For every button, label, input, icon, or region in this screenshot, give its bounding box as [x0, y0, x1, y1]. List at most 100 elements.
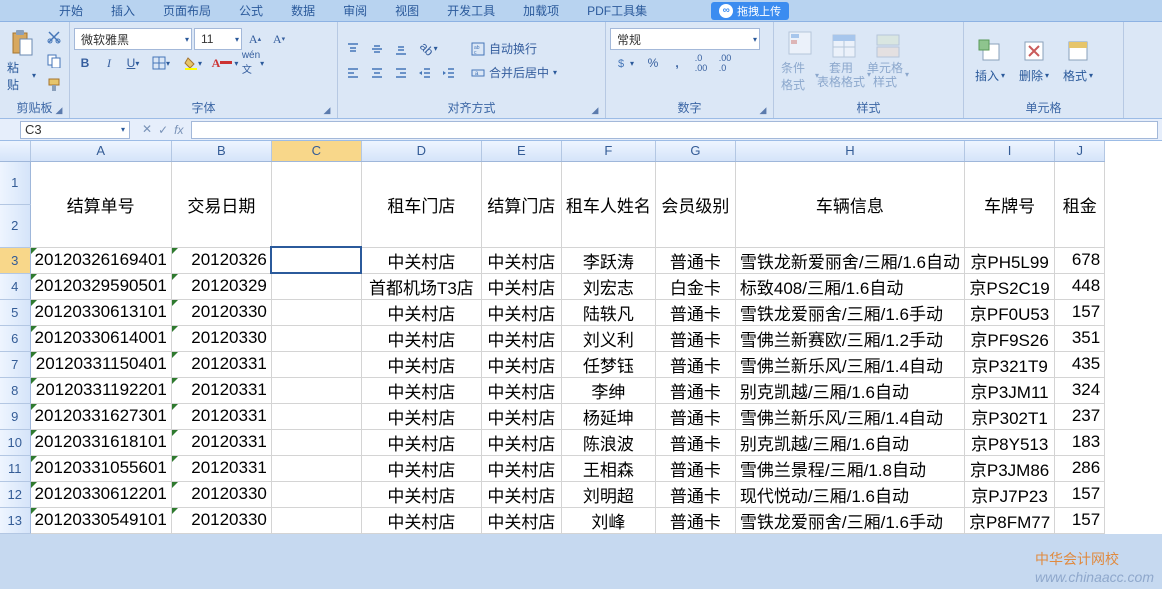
cell-r3-c4[interactable]: 中关村店 [481, 247, 561, 273]
cell-r13-c7[interactable]: 雪铁龙爱丽舍/三厢/1.6手动 [735, 507, 964, 533]
cell-r8-c7[interactable]: 别克凯越/三厢/1.6自动 [735, 377, 964, 403]
cell-r5-c9[interactable]: 157 [1055, 299, 1105, 325]
cell-r8-c0[interactable]: 20120331192201 [30, 377, 171, 403]
cell-r4-c8[interactable]: 京PS2C19 [964, 273, 1054, 299]
cell-r11-c9[interactable]: 286 [1055, 455, 1105, 481]
menu-tab-0[interactable]: 开始 [45, 0, 97, 22]
increase-indent-button[interactable] [438, 62, 460, 84]
cell-r5-c0[interactable]: 20120330613101 [30, 299, 171, 325]
merge-center-button[interactable]: a合并后居中▾ [466, 62, 570, 84]
cell-r4-c1[interactable]: 20120329 [171, 273, 271, 299]
row-head-8[interactable]: 8 [0, 377, 30, 403]
cell-r13-c1[interactable]: 20120330 [171, 507, 271, 533]
cell-r8-c1[interactable]: 20120331 [171, 377, 271, 403]
header-cell-1[interactable]: 交易日期 [171, 161, 271, 247]
cell-r5-c3[interactable]: 中关村店 [361, 299, 481, 325]
col-head-D[interactable]: D [361, 141, 481, 161]
cell-r13-c2[interactable] [271, 507, 361, 533]
border-button[interactable]: ▾ [146, 52, 176, 74]
align-bottom-button[interactable] [390, 38, 412, 60]
cancel-formula-icon[interactable]: ✕ [142, 122, 152, 137]
cell-r7-c1[interactable]: 20120331 [171, 351, 271, 377]
cell-r8-c9[interactable]: 324 [1055, 377, 1105, 403]
header-cell-3[interactable]: 租车门店 [361, 161, 481, 247]
cell-r12-c3[interactable]: 中关村店 [361, 481, 481, 507]
cell-r3-c6[interactable]: 普通卡 [655, 247, 735, 273]
cell-r5-c2[interactable] [271, 299, 361, 325]
cell-r12-c0[interactable]: 20120330612201 [30, 481, 171, 507]
upload-pill[interactable]: ∞ 拖拽上传 [711, 2, 789, 20]
cell-r4-c9[interactable]: 448 [1055, 273, 1105, 299]
cell-r10-c0[interactable]: 20120331618101 [30, 429, 171, 455]
font-family-combo[interactable]: 微软雅黑▾ [74, 28, 192, 50]
align-expand-icon[interactable]: ◢ [589, 104, 601, 116]
cell-r6-c9[interactable]: 351 [1055, 325, 1105, 351]
fx-icon[interactable]: fx [174, 123, 183, 137]
cell-r9-c3[interactable]: 中关村店 [361, 403, 481, 429]
header-cell-5[interactable]: 租车人姓名 [561, 161, 655, 247]
cell-r12-c7[interactable]: 现代悦动/三厢/1.6自动 [735, 481, 964, 507]
header-cell-8[interactable]: 车牌号 [964, 161, 1054, 247]
cell-r6-c7[interactable]: 雪佛兰新赛欧/三厢/1.2手动 [735, 325, 964, 351]
menu-tab-2[interactable]: 页面布局 [149, 0, 225, 22]
cell-r11-c3[interactable]: 中关村店 [361, 455, 481, 481]
col-head-J[interactable]: J [1055, 141, 1105, 161]
row-head-4[interactable]: 4 [0, 273, 30, 299]
row-head-2[interactable]: 2 [0, 204, 30, 247]
cell-r10-c5[interactable]: 陈浪波 [561, 429, 655, 455]
cell-r11-c2[interactable] [271, 455, 361, 481]
cell-r9-c2[interactable] [271, 403, 361, 429]
insert-cell-button[interactable]: 插入▾ [968, 34, 1012, 87]
cell-styles-button[interactable]: 单元格 样式▾ [866, 29, 910, 91]
select-all-corner[interactable] [0, 141, 30, 161]
italic-button[interactable]: I [98, 52, 120, 74]
cell-r9-c7[interactable]: 雪佛兰新乐风/三厢/1.4自动 [735, 403, 964, 429]
cell-r11-c6[interactable]: 普通卡 [655, 455, 735, 481]
col-head-F[interactable]: F [561, 141, 655, 161]
cell-r6-c4[interactable]: 中关村店 [481, 325, 561, 351]
cell-r7-c4[interactable]: 中关村店 [481, 351, 561, 377]
cell-r10-c7[interactable]: 别克凯越/三厢/1.6自动 [735, 429, 964, 455]
cell-r12-c6[interactable]: 普通卡 [655, 481, 735, 507]
col-head-C[interactable]: C [271, 141, 361, 161]
cell-r11-c8[interactable]: 京P3JM86 [964, 455, 1054, 481]
cell-r7-c2[interactable] [271, 351, 361, 377]
cell-r8-c8[interactable]: 京P3JM11 [964, 377, 1054, 403]
number-format-combo[interactable]: 常规▾ [610, 28, 760, 50]
cell-r7-c6[interactable]: 普通卡 [655, 351, 735, 377]
cell-r12-c9[interactable]: 157 [1055, 481, 1105, 507]
col-head-B[interactable]: B [171, 141, 271, 161]
menu-tab-3[interactable]: 公式 [225, 0, 277, 22]
fill-color-button[interactable]: ▾ [178, 52, 208, 74]
conditional-format-button[interactable]: 条件格式▾ [778, 26, 822, 96]
cell-r12-c2[interactable] [271, 481, 361, 507]
cell-r12-c1[interactable]: 20120330 [171, 481, 271, 507]
menu-tab-5[interactable]: 审阅 [329, 0, 381, 22]
cell-r13-c9[interactable]: 157 [1055, 507, 1105, 533]
header-cell-2[interactable] [271, 161, 361, 247]
cell-r6-c5[interactable]: 刘义利 [561, 325, 655, 351]
font-expand-icon[interactable]: ◢ [321, 104, 333, 116]
cell-r3-c0[interactable]: 20120326169401 [30, 247, 171, 273]
col-head-H[interactable]: H [735, 141, 964, 161]
header-cell-4[interactable]: 结算门店 [481, 161, 561, 247]
cell-r7-c8[interactable]: 京P321T9 [964, 351, 1054, 377]
formula-input[interactable] [191, 121, 1158, 139]
row-head-7[interactable]: 7 [0, 351, 30, 377]
underline-button[interactable]: U▾ [122, 52, 144, 74]
cell-r7-c0[interactable]: 20120331150401 [30, 351, 171, 377]
cell-r4-c3[interactable]: 首都机场T3店 [361, 273, 481, 299]
cell-r4-c7[interactable]: 标致408/三厢/1.6自动 [735, 273, 964, 299]
header-cell-7[interactable]: 车辆信息 [735, 161, 964, 247]
cell-r7-c5[interactable]: 任梦钰 [561, 351, 655, 377]
col-head-E[interactable]: E [481, 141, 561, 161]
cell-r13-c0[interactable]: 20120330549101 [30, 507, 171, 533]
number-expand-icon[interactable]: ◢ [757, 104, 769, 116]
decrease-decimal-button[interactable]: .00.0 [714, 52, 736, 74]
phonetic-button[interactable]: wén文▾ [242, 52, 264, 74]
cell-r5-c8[interactable]: 京PF0U53 [964, 299, 1054, 325]
cell-r4-c5[interactable]: 刘宏志 [561, 273, 655, 299]
cell-r3-c2[interactable] [271, 247, 361, 273]
cell-r4-c4[interactable]: 中关村店 [481, 273, 561, 299]
cell-r6-c6[interactable]: 普通卡 [655, 325, 735, 351]
